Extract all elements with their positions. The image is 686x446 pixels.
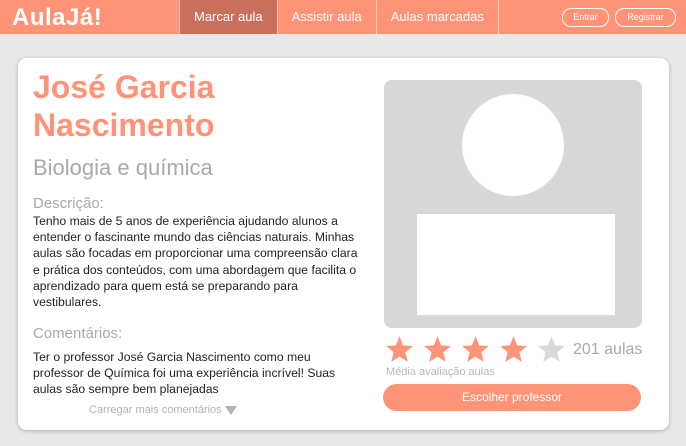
teacher-subject: Biologia e química: [33, 155, 213, 180]
comments-label: Comentários:: [33, 325, 123, 342]
star-filled-icon: [462, 336, 489, 362]
teacher-name: José Garcia Nascimento: [33, 69, 215, 143]
nav-tab-assistir-aula[interactable]: Assistir aula: [276, 0, 376, 34]
register-button[interactable]: Registrar: [615, 8, 676, 27]
star-empty-icon: [538, 336, 565, 362]
classes-count: 201 aulas: [573, 341, 643, 358]
star-filled-icon: [386, 336, 413, 362]
description-label: Descrição:: [33, 195, 104, 212]
app-logo[interactable]: AulaJá!: [12, 4, 102, 32]
star-filled-icon: [424, 336, 451, 362]
star-filled-icon: [500, 336, 527, 362]
load-more-comments-button[interactable]: Carregar mais comentários: [89, 404, 237, 416]
load-more-label: Carregar mais comentários: [89, 404, 222, 416]
triangle-down-icon: [224, 405, 237, 415]
rating-caption: Média avaliação aulas: [386, 366, 495, 378]
main-nav: Marcar aula Assistir aula Aulas marcadas: [179, 0, 499, 34]
top-navbar: AulaJá! Marcar aula Assistir aula Aulas …: [0, 0, 686, 34]
choose-teacher-button[interactable]: Escolher professor: [383, 384, 641, 411]
nav-tab-marcar-aula[interactable]: Marcar aula: [179, 0, 277, 34]
avatar-body-placeholder: [417, 214, 615, 315]
nav-tab-aulas-marcadas[interactable]: Aulas marcadas: [375, 0, 499, 34]
description-text: Tenho mais de 5 anos de experiência ajud…: [33, 214, 358, 310]
avatar-head-placeholder: [462, 94, 564, 196]
login-button[interactable]: Entrar: [562, 8, 609, 27]
comment-text: Ter o professor José Garcia Nascimento c…: [33, 350, 336, 397]
rating-stars: [384, 335, 567, 365]
